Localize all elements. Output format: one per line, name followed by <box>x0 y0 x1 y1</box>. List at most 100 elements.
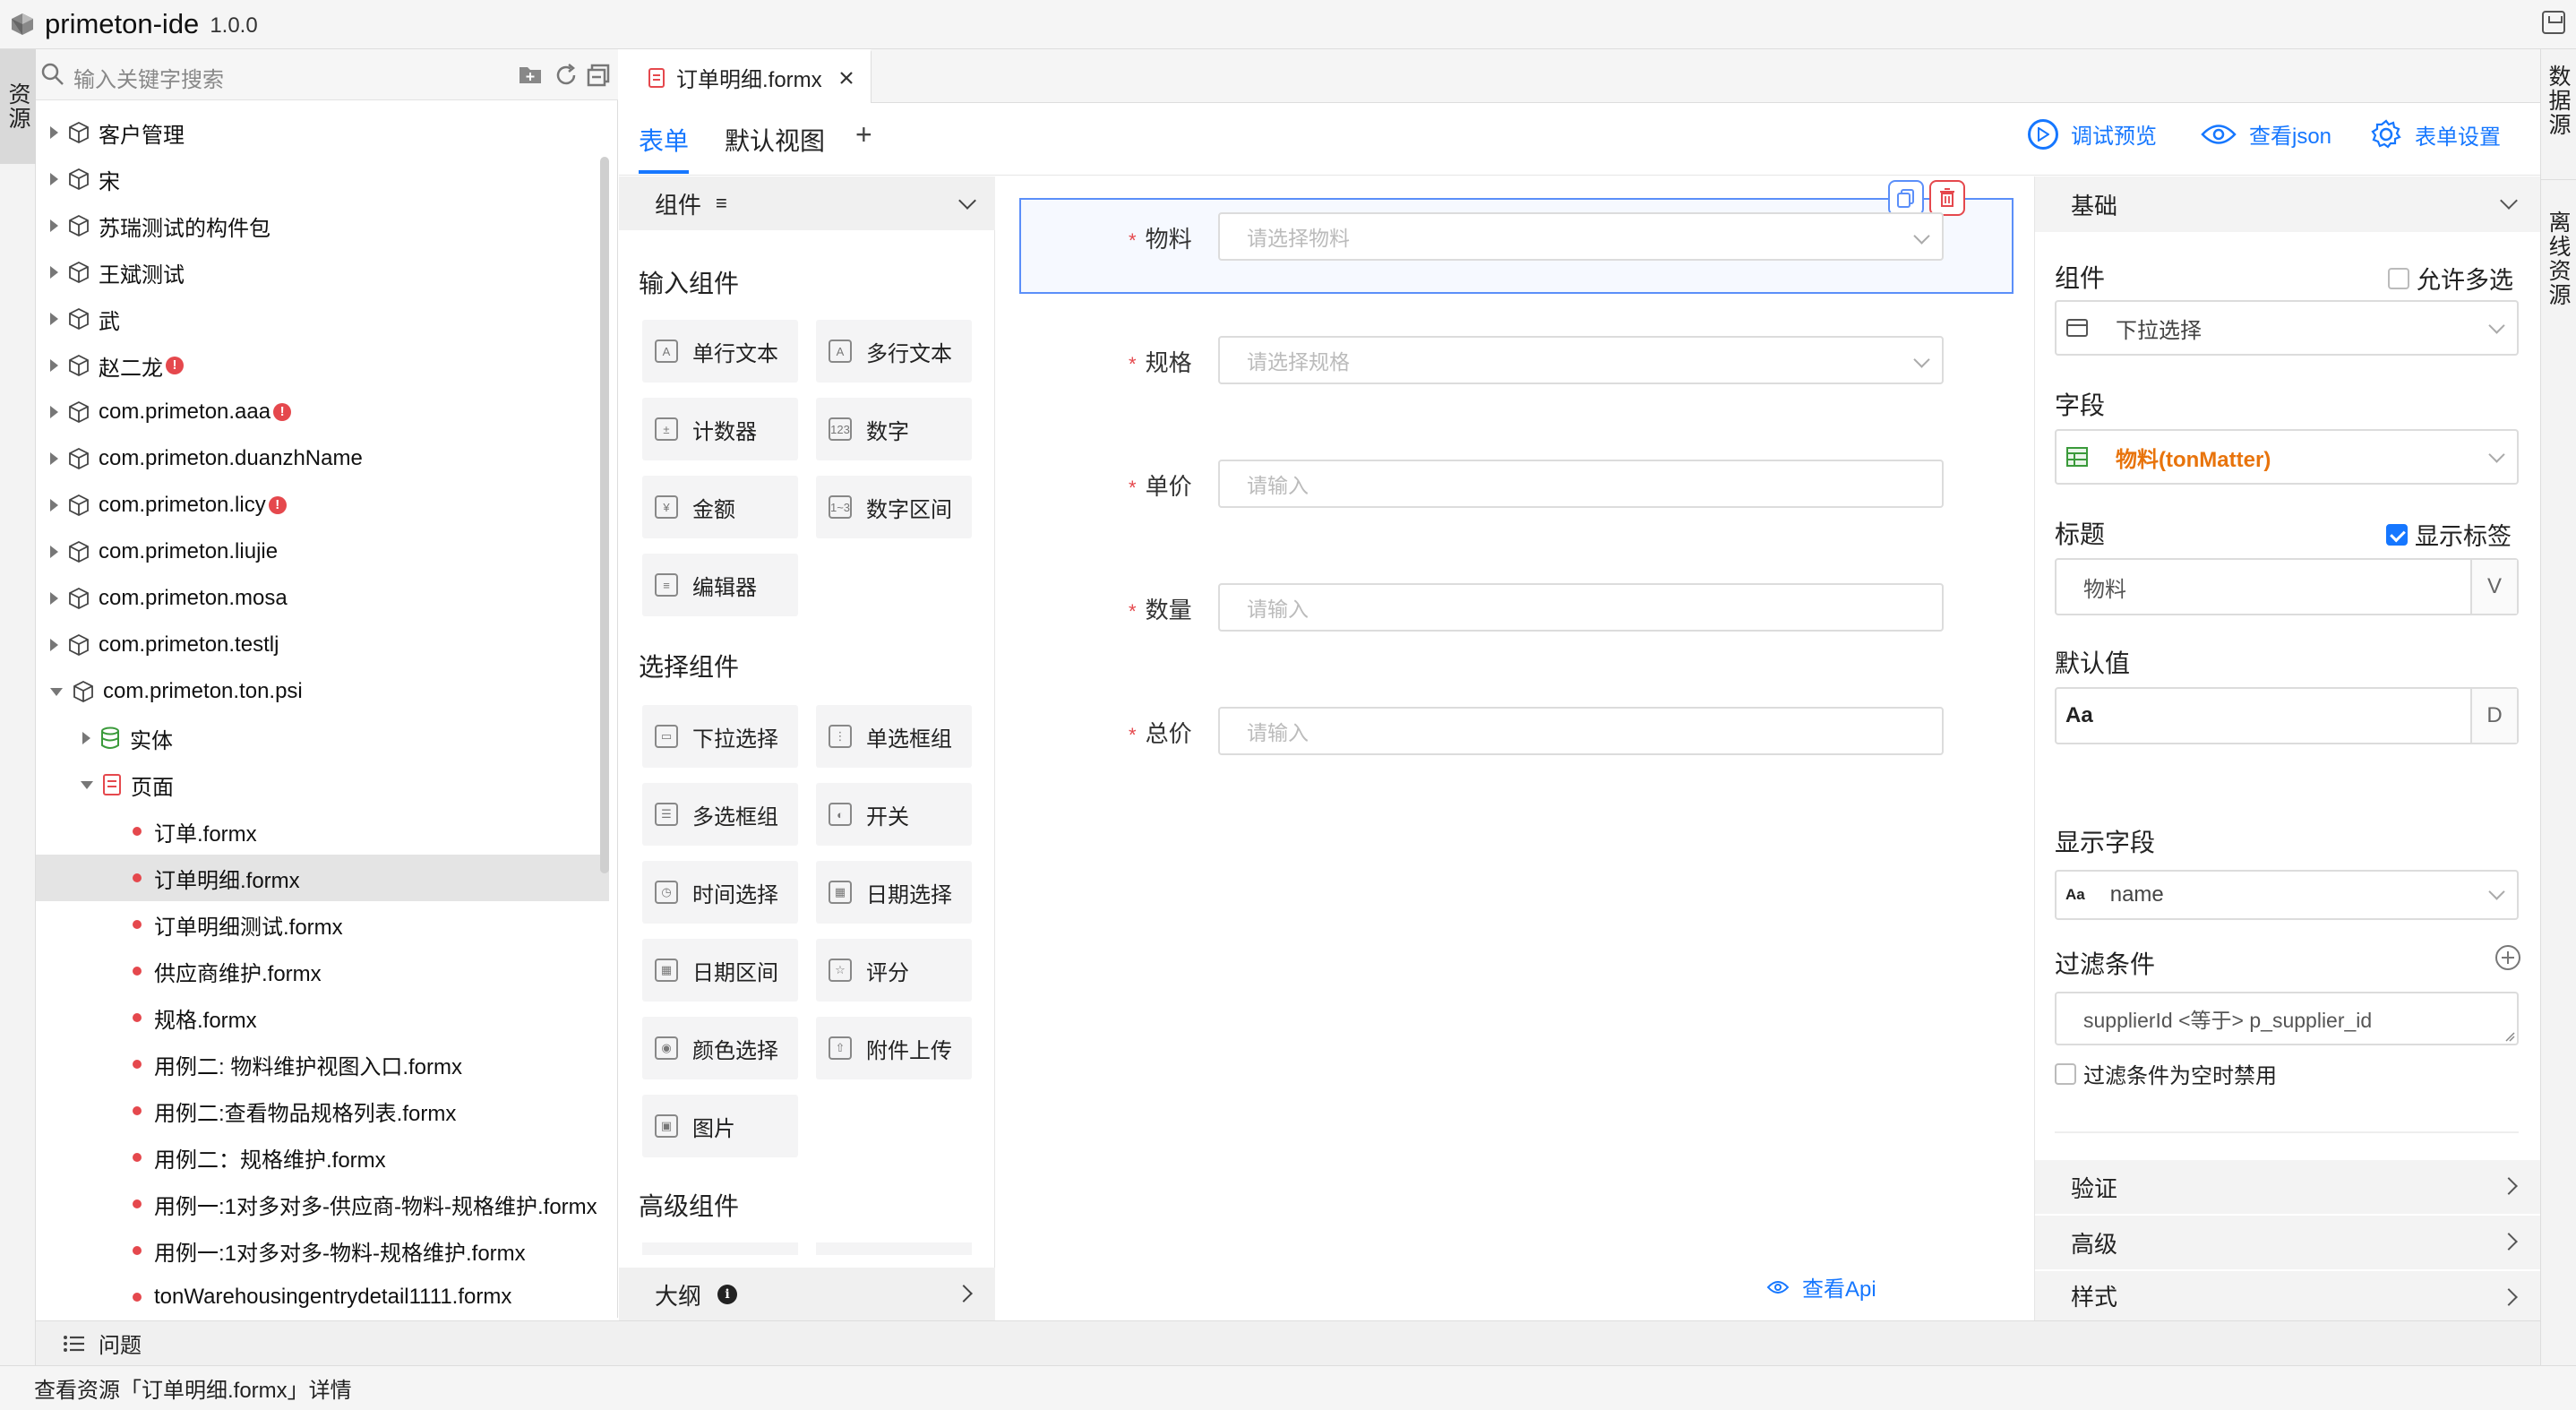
palette-item[interactable]: A 多行文本 <box>816 320 972 383</box>
chevron-right-icon[interactable] <box>50 546 58 558</box>
props-basic-header[interactable]: 基础 <box>2035 176 2540 232</box>
allow-multi-checkbox[interactable]: 允许多选 <box>2388 261 2513 296</box>
palette-item[interactable]: ± 计数器 <box>642 398 798 460</box>
add-filter-icon[interactable] <box>2494 943 2522 972</box>
chevron-down-icon[interactable] <box>81 780 93 789</box>
field-input[interactable]: 请输入 <box>1218 460 1944 508</box>
field-input[interactable]: 请输入 <box>1218 583 1944 632</box>
props-validate-header[interactable]: 验证 <box>2035 1160 2540 1214</box>
form-settings-button[interactable]: 表单设置 <box>2370 118 2501 150</box>
tree-item-form-file[interactable]: 订单.formx <box>36 808 609 855</box>
tree-item-package[interactable]: 赵二龙! <box>36 342 609 389</box>
tree-item-form-file[interactable]: 用例一:1对多对多-供应商-物料-规格维护.formx <box>36 1181 609 1227</box>
editor-tab-active[interactable]: 订单明细.formx <box>619 49 872 103</box>
tree-item-form-file[interactable]: 用例二: 物料维护视图入口.formx <box>36 1041 609 1088</box>
palette-item[interactable]: ◷ 时间选择 <box>642 861 798 924</box>
palette-item[interactable]: ▭ 下拉选择 <box>642 705 798 768</box>
tree-item-form-file[interactable]: 用例二：规格维护.formx <box>36 1134 609 1181</box>
props-advanced-header[interactable]: 高级 <box>2035 1216 2540 1269</box>
tree-item-form-file[interactable]: 供应商维护.formx <box>36 948 609 994</box>
tree-item-package[interactable]: 苏瑞测试的构件包 <box>36 202 609 249</box>
tree-item-form-file[interactable]: tonWarehousingentrydetail1111.formx <box>36 1274 609 1309</box>
palette-item[interactable]: ≡ 编辑器 <box>642 554 798 616</box>
tree-item-form-file[interactable]: 订单明细测试.formx <box>36 901 609 948</box>
field-input[interactable]: 请输入 <box>1218 707 1944 755</box>
palette-item[interactable]: ⋮ 单选框组 <box>816 705 972 768</box>
chevron-right-icon[interactable] <box>82 732 90 744</box>
tree-item-form-file[interactable]: 用例一:1对多对多-物料-规格维护.formx <box>36 1227 609 1274</box>
display-field-select[interactable]: Aa name <box>2055 870 2519 920</box>
tree-item-package[interactable]: 王斌测试 <box>36 249 609 296</box>
chevron-right-icon[interactable] <box>50 639 58 651</box>
copy-field-button[interactable] <box>1888 180 1924 216</box>
resources-tab[interactable]: 资源 <box>0 49 36 164</box>
view-api-link[interactable]: 查看Api <box>1766 1271 1876 1303</box>
chevron-right-icon[interactable] <box>50 499 58 512</box>
tree-item-package[interactable]: com.primeton.aaa! <box>36 389 609 435</box>
resize-handle-icon[interactable] <box>2504 1031 2515 1042</box>
problems-panel-header[interactable]: 问题 <box>36 1320 2540 1365</box>
tree-item-form-file[interactable]: 规格.formx <box>36 994 609 1041</box>
tree-item-entity[interactable]: 实体 <box>36 715 609 761</box>
palette-item[interactable]: A 单行文本 <box>642 320 798 383</box>
field-select[interactable]: 请选择规格 <box>1218 336 1944 384</box>
tree-item-package[interactable]: com.primeton.licy! <box>36 482 609 529</box>
props-style-header[interactable]: 样式 <box>2035 1271 2540 1320</box>
tree-item-package[interactable]: com.primeton.ton.psi <box>36 668 609 715</box>
palette-item[interactable]: ⇧ 附件上传 <box>816 1017 972 1079</box>
palette-item[interactable]: ☆ 评分 <box>816 939 972 1002</box>
palette-item[interactable]: ◐ 开关 <box>816 783 972 846</box>
palette-item[interactable]: ▦ 日期选择 <box>816 861 972 924</box>
tab-form[interactable]: 表单 <box>639 122 689 158</box>
outline-header[interactable]: 大纲 i <box>619 1268 995 1321</box>
delete-field-button[interactable] <box>1929 180 1965 216</box>
palette-menu-icon[interactable]: ≡ <box>716 192 727 215</box>
chevron-right-icon[interactable] <box>50 126 58 139</box>
component-type-select[interactable]: 下拉选择 <box>2055 300 2519 356</box>
explorer-scrollbar[interactable] <box>600 157 609 873</box>
title-input[interactable]: 物料 V <box>2055 558 2519 615</box>
default-value-input[interactable]: Aa D <box>2055 687 2519 744</box>
chevron-right-icon[interactable] <box>50 592 58 605</box>
palette-item[interactable]: 123 数字 <box>816 398 972 460</box>
tree-item-package[interactable]: com.primeton.mosa <box>36 575 609 622</box>
debug-preview-button[interactable]: 调试预览 <box>2028 118 2157 150</box>
default-value-expression-button[interactable]: D <box>2470 689 2517 743</box>
window-menu-icon[interactable] <box>2542 11 2565 34</box>
filter-disable-checkbox[interactable]: 过滤条件为空时禁用 <box>2055 1058 2277 1089</box>
chevron-right-icon[interactable] <box>50 452 58 465</box>
filter-textarea[interactable]: supplierId <等于> p_supplier_id <box>2055 992 2519 1045</box>
chevron-down-icon[interactable] <box>958 192 976 210</box>
tree-item-package[interactable]: com.primeton.testlj <box>36 622 609 668</box>
datasource-tab[interactable]: 数据源 <box>2540 56 2576 163</box>
close-icon[interactable] <box>838 70 854 86</box>
field-select[interactable]: 请选择物料 <box>1218 212 1944 261</box>
tree-item-form-file[interactable]: 用例二:查看物品规格列表.formx <box>36 1088 609 1134</box>
chevron-right-icon[interactable] <box>50 266 58 279</box>
chevron-right-icon[interactable] <box>50 173 58 185</box>
tree-item-form-file[interactable]: 订单明细.formx <box>36 855 609 901</box>
chevron-right-icon[interactable] <box>50 359 58 372</box>
tree-item-package[interactable]: 武 <box>36 296 609 342</box>
view-json-button[interactable]: 查看json <box>2201 118 2331 150</box>
add-tab-button[interactable]: + <box>855 118 872 151</box>
chevron-right-icon[interactable] <box>50 313 58 325</box>
palette-item[interactable]: ☰ 多选框组 <box>642 783 798 846</box>
offline-resources-tab[interactable]: 离线资源 <box>2540 202 2576 345</box>
chevron-right-icon[interactable] <box>50 219 58 232</box>
palette-item[interactable]: 1~3 数字区间 <box>816 476 972 538</box>
show-label-checkbox[interactable]: 显示标签 <box>2386 517 2512 552</box>
field-select[interactable]: 物料(tonMatter) <box>2055 429 2519 485</box>
chevron-right-icon[interactable] <box>50 406 58 418</box>
tree-item-package[interactable]: com.primeton.liujie <box>36 529 609 575</box>
chevron-down-icon[interactable] <box>50 687 63 696</box>
palette-item[interactable]: ◉ 颜色选择 <box>642 1017 798 1079</box>
tree-item-pages[interactable]: 页面 <box>36 761 609 808</box>
palette-item[interactable]: ¥ 金额 <box>642 476 798 538</box>
tree-item-package[interactable]: 客户管理 <box>36 109 609 156</box>
palette-item[interactable]: ▦ 日期区间 <box>642 939 798 1002</box>
tree-item-package[interactable]: 宋 <box>36 156 609 202</box>
tab-default-view[interactable]: 默认视图 <box>725 122 825 158</box>
palette-item[interactable]: ▣ 图片 <box>642 1095 798 1157</box>
tree-item-package[interactable]: com.primeton.duanzhName <box>36 435 609 482</box>
